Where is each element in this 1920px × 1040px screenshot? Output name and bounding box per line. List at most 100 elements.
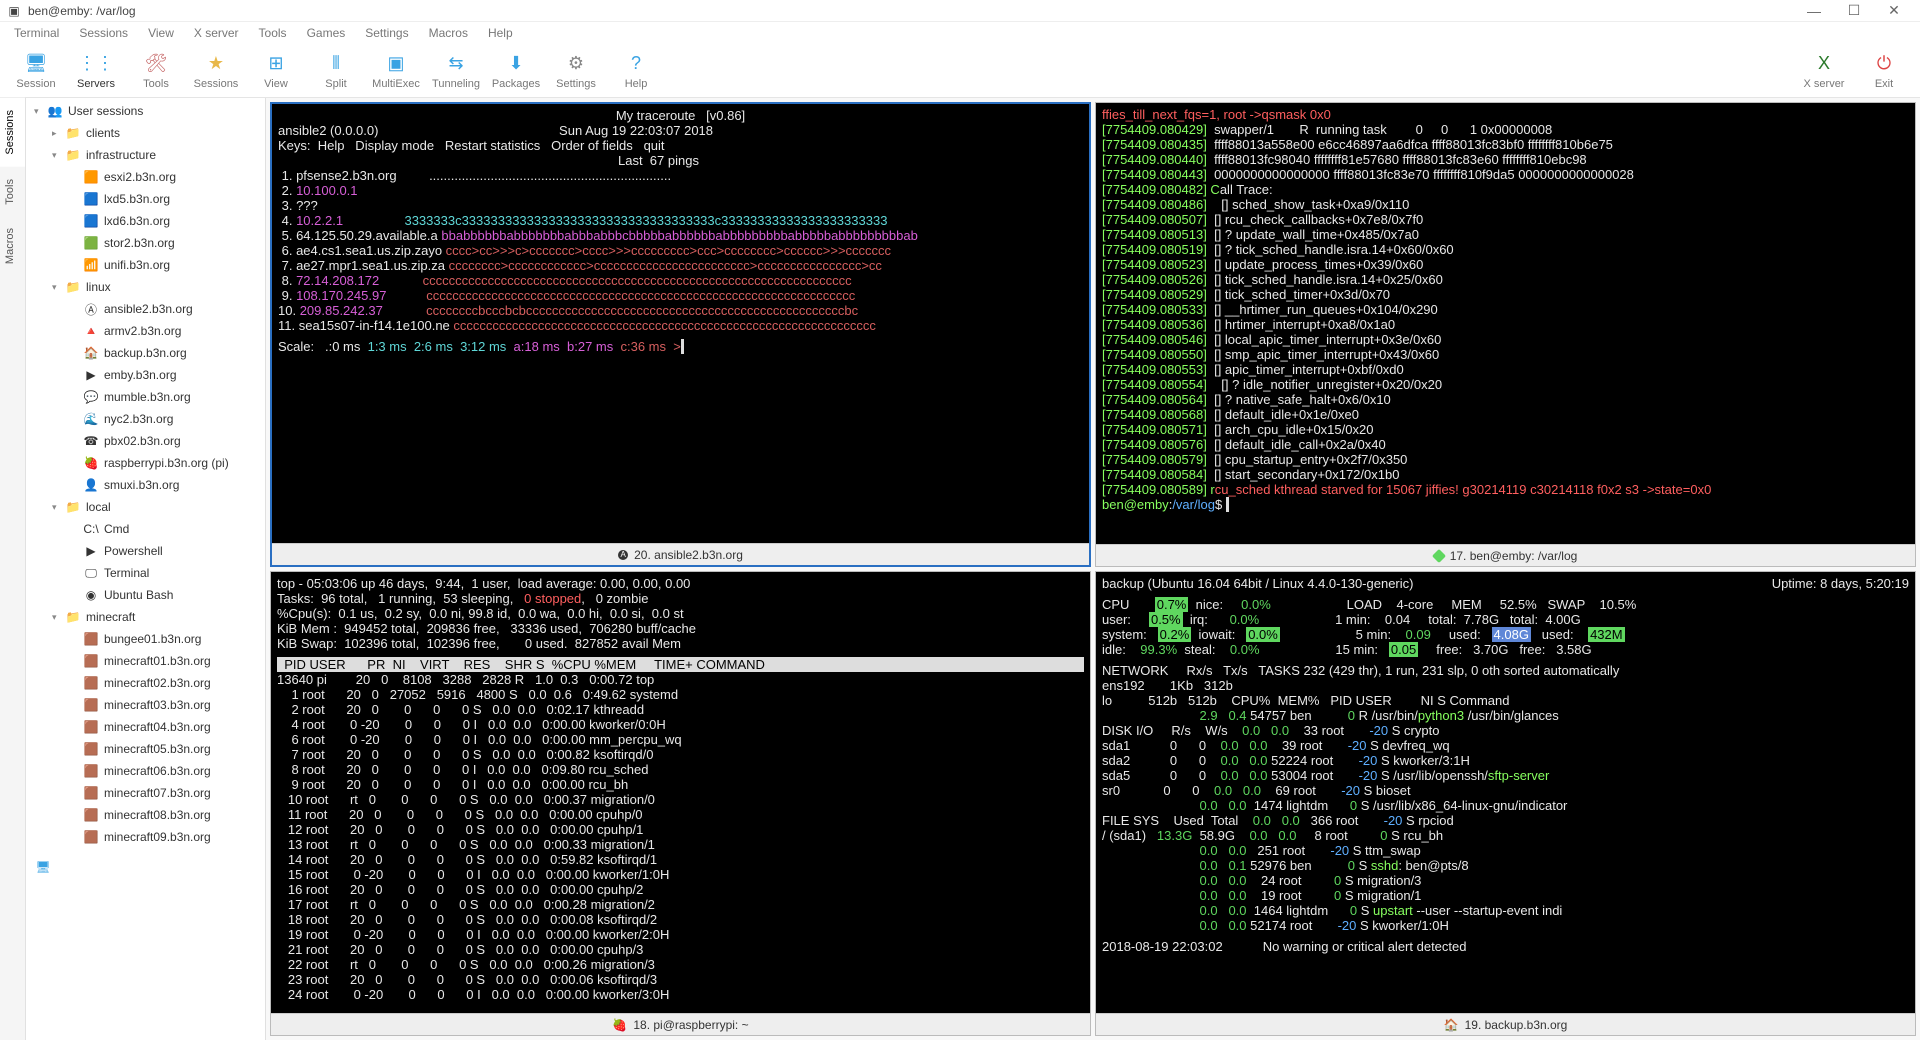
tool-servers[interactable]: ⋮⋮Servers	[66, 52, 126, 90]
tree-item[interactable]: ◉Ubuntu Bash	[26, 584, 265, 606]
menu-games[interactable]: Games	[297, 24, 356, 42]
pane-emby-log[interactable]: ffies_till_next_fqs=1, root ->qsmask 0x0…	[1095, 102, 1916, 567]
tree-item[interactable]: 🟫minecraft05.b3n.org	[26, 738, 265, 760]
tree-item[interactable]: 🔺armv2.b3n.org	[26, 320, 265, 342]
tool-help[interactable]: ?Help	[606, 52, 666, 90]
tree-item[interactable]: ▶Powershell	[26, 540, 265, 562]
tree-item[interactable]: ▾📁infrastructure	[26, 144, 265, 166]
tree-item[interactable]: 🟦lxd6.b3n.org	[26, 210, 265, 232]
menu-tools[interactable]: Tools	[249, 24, 297, 42]
tree-item[interactable]: 🌊nyc2.b3n.org	[26, 408, 265, 430]
window-title-bar: ▣ ben@emby: /var/log — ☐ ✕	[0, 0, 1920, 22]
tree-label: clients	[86, 126, 120, 140]
tree-item[interactable]: Ⓐansible2.b3n.org	[26, 298, 265, 320]
tree-item[interactable]: ▶emby.b3n.org	[26, 364, 265, 386]
tree-item[interactable]: 🟫minecraft01.b3n.org	[26, 650, 265, 672]
menu-view[interactable]: View	[138, 24, 184, 42]
tree-item[interactable]: 🟫minecraft02.b3n.org	[26, 672, 265, 694]
tool-label: Tunneling	[432, 78, 480, 90]
tree-item[interactable]: 🟫minecraft03.b3n.org	[26, 694, 265, 716]
menu-help[interactable]: Help	[478, 24, 523, 42]
tree-item[interactable]: ▾📁local	[26, 496, 265, 518]
tree-label: Powershell	[104, 544, 163, 558]
menu-settings[interactable]: Settings	[355, 24, 418, 42]
tree-item[interactable]: 🟫minecraft07.b3n.org	[26, 782, 265, 804]
tree-item[interactable]: 🟫minecraft06.b3n.org	[26, 760, 265, 782]
node-icon: 🌊	[82, 411, 100, 427]
menu-x-server[interactable]: X server	[184, 24, 249, 42]
exit-icon: ⏻	[1872, 52, 1896, 76]
tool-packages[interactable]: ⬇Packages	[486, 52, 546, 90]
tree-item[interactable]: ▾📁linux	[26, 276, 265, 298]
desktop-icon[interactable]: 🖥	[34, 859, 52, 875]
tree-item[interactable]: 👤smuxi.b3n.org	[26, 474, 265, 496]
tree-label: lxd6.b3n.org	[104, 214, 170, 228]
node-icon: 🖵	[82, 565, 100, 581]
tool-sessions[interactable]: ★Sessions	[186, 52, 246, 90]
tree-item[interactable]: 🟩stor2.b3n.org	[26, 232, 265, 254]
side-tab-macros[interactable]: Macros	[0, 216, 25, 276]
node-icon: ☎	[82, 433, 100, 449]
tree-item[interactable]: 🟫bungee01.b3n.org	[26, 628, 265, 650]
tree-item[interactable]: 📶unifi.b3n.org	[26, 254, 265, 276]
tree-item[interactable]: 🟫minecraft09.b3n.org	[26, 826, 265, 848]
tree-item[interactable]: 💬mumble.b3n.org	[26, 386, 265, 408]
tree-label: minecraft02.b3n.org	[104, 676, 211, 690]
tree-item[interactable]: 🏠backup.b3n.org	[26, 342, 265, 364]
tree-label: Ubuntu Bash	[104, 588, 173, 602]
tree-item[interactable]: ▾📁minecraft	[26, 606, 265, 628]
pane-tab-emby[interactable]: 17. ben@emby: /var/log	[1096, 544, 1915, 566]
tree-item[interactable]: 🟦lxd5.b3n.org	[26, 188, 265, 210]
tree-label: minecraft04.b3n.org	[104, 720, 211, 734]
pane-ansible2[interactable]: My traceroute [v0.86]ansible2 (0.0.0.0) …	[270, 102, 1091, 567]
node-icon: 🔺	[82, 323, 100, 339]
tree-item[interactable]: 🟫minecraft08.b3n.org	[26, 804, 265, 826]
menu-macros[interactable]: Macros	[419, 24, 478, 42]
tree-item[interactable]: 🟧esxi2.b3n.org	[26, 166, 265, 188]
tool-label: Split	[325, 78, 346, 90]
tool-settings[interactable]: ⚙Settings	[546, 52, 606, 90]
menu-terminal[interactable]: Terminal	[4, 24, 69, 42]
pane-backup[interactable]: backup (Ubuntu 16.04 64bit / Linux 4.4.0…	[1095, 571, 1916, 1036]
tool-session[interactable]: 🖥Session	[6, 52, 66, 90]
tree-item[interactable]: ☎pbx02.b3n.org	[26, 430, 265, 452]
pane-tab-backup[interactable]: 🏠 19. backup.b3n.org	[1096, 1013, 1915, 1035]
expand-arrow-icon: ▾	[34, 106, 46, 117]
tree-item[interactable]: ▸📁clients	[26, 122, 265, 144]
x server-icon: X	[1812, 52, 1836, 76]
tree-item[interactable]: 🟫minecraft04.b3n.org	[26, 716, 265, 738]
tool-label: MultiExec	[372, 78, 420, 90]
pane-tab-ansible2[interactable]: A 20. ansible2.b3n.org	[272, 543, 1089, 565]
tool-label: X server	[1804, 78, 1845, 90]
tree-label: minecraft05.b3n.org	[104, 742, 211, 756]
tool-split[interactable]: ⫴Split	[306, 52, 366, 90]
expand-arrow-icon: ▾	[52, 502, 64, 513]
menu-sessions[interactable]: Sessions	[69, 24, 138, 42]
session-tree[interactable]: ▾👥User sessions▸📁clients▾📁infrastructure…	[26, 98, 266, 1040]
tree-label: raspberrypi.b3n.org (pi)	[104, 456, 229, 470]
tree-item[interactable]: 🖵Terminal	[26, 562, 265, 584]
tree-item[interactable]: ▾👥User sessions	[26, 100, 265, 122]
close-button[interactable]: ✕	[1874, 2, 1914, 19]
pane-tab-raspberrypi[interactable]: 🍓 18. pi@raspberrypi: ~	[271, 1013, 1090, 1035]
node-icon: 👥	[46, 103, 64, 119]
minimize-button[interactable]: —	[1794, 3, 1834, 19]
tool-view[interactable]: ⊞View	[246, 52, 306, 90]
side-tab-tools[interactable]: Tools	[0, 167, 25, 217]
tool-label: Exit	[1875, 78, 1893, 90]
tree-label: smuxi.b3n.org	[104, 478, 179, 492]
maximize-button[interactable]: ☐	[1834, 2, 1874, 19]
side-tab-sessions[interactable]: Sessions	[0, 98, 25, 167]
tool-x server[interactable]: X X server	[1794, 52, 1854, 90]
pane-raspberrypi[interactable]: top - 05:03:06 up 46 days, 9:44, 1 user,…	[270, 571, 1091, 1036]
toolbar: 🖥Session⋮⋮Servers🛠Tools★Sessions⊞View⫴Sp…	[0, 44, 1920, 98]
raspberry-icon: 🍓	[612, 1018, 627, 1032]
tool-label: Servers	[77, 78, 115, 90]
tree-item[interactable]: C:\Cmd	[26, 518, 265, 540]
tree-item[interactable]: 🍓raspberrypi.b3n.org (pi)	[26, 452, 265, 474]
tool-multiexec[interactable]: ▣MultiExec	[366, 52, 426, 90]
tool-tunneling[interactable]: ⇆Tunneling	[426, 52, 486, 90]
tool-exit[interactable]: ⏻ Exit	[1854, 52, 1914, 90]
tree-label: bungee01.b3n.org	[104, 632, 201, 646]
tool-tools[interactable]: 🛠Tools	[126, 52, 186, 90]
